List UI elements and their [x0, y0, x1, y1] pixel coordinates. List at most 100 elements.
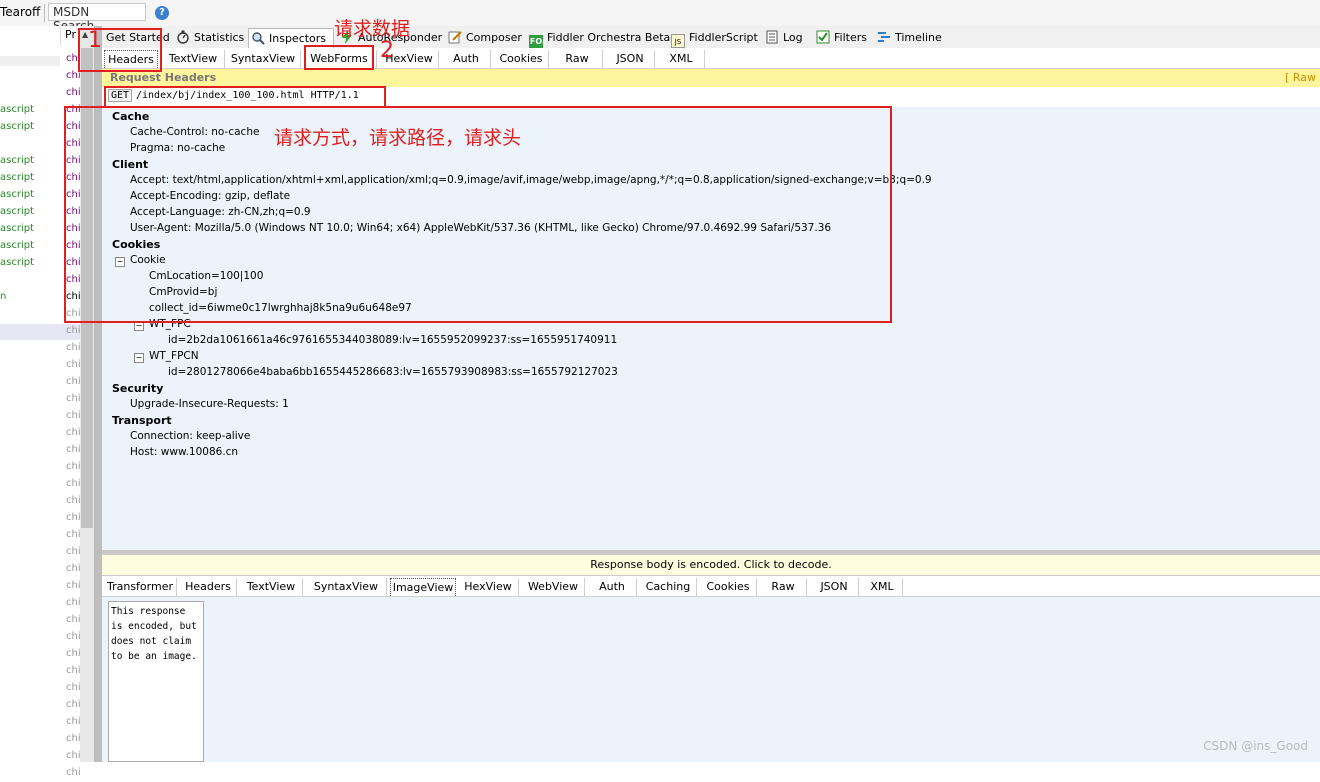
session-row[interactable]: chi: [0, 663, 81, 680]
header-host[interactable]: Host: www.10086.cn: [130, 446, 238, 458]
tab-timeline-label: Timeline: [895, 31, 942, 44]
tab-inspectors-label: Inspectors: [269, 32, 327, 45]
response-tab-transformer[interactable]: Transformer: [104, 578, 177, 596]
response-tab-cookies[interactable]: Cookies: [700, 578, 757, 596]
tab-composer-label: Composer: [466, 31, 522, 44]
help-icon[interactable]: ?: [155, 6, 169, 20]
session-row[interactable]: chi: [0, 357, 81, 374]
session-row[interactable]: chi: [0, 476, 81, 493]
response-tab-hexview[interactable]: HexView: [458, 578, 519, 596]
request-tab-textview[interactable]: TextView: [162, 50, 225, 68]
session-row[interactable]: chi: [0, 697, 81, 714]
session-row[interactable]: chi: [0, 765, 81, 782]
session-row[interactable]: chi: [0, 612, 81, 629]
response-tab-textview[interactable]: TextView: [240, 578, 303, 596]
session-row[interactable]: chi: [0, 595, 81, 612]
tab-statistics[interactable]: Statistics: [174, 28, 244, 48]
session-row[interactable]: chi: [0, 425, 81, 442]
response-tab-headers[interactable]: Headers: [180, 578, 237, 596]
tab-composer[interactable]: Composer: [446, 28, 522, 48]
section-transport[interactable]: Transport: [112, 414, 172, 427]
timeline-icon: [877, 30, 891, 44]
pencil-icon: [448, 30, 462, 44]
session-process: chi: [66, 580, 81, 591]
session-row[interactable]: chi: [0, 408, 81, 425]
session-row[interactable]: chi: [0, 578, 81, 595]
session-content-type: ascript: [0, 155, 34, 166]
session-row[interactable]: chi: [0, 680, 81, 697]
session-content-type: ascript: [0, 104, 34, 115]
cookie-wt-fpcn-value[interactable]: id=2801278066e4baba6bb1655445286683:lv=1…: [168, 366, 618, 378]
session-process: chi: [66, 716, 81, 727]
top-toolbar: Tearoff MSDN Search... ?: [0, 0, 1320, 33]
request-tab-xml[interactable]: XML: [658, 50, 705, 68]
header-upgrade-insecure[interactable]: Upgrade-Insecure-Requests: 1: [130, 398, 289, 410]
msdn-search-input[interactable]: MSDN Search...: [48, 3, 146, 33]
response-tab-json[interactable]: JSON: [810, 578, 859, 596]
annotation-method-path-headers: 请求方式，请求路径，请求头: [274, 127, 522, 149]
header-connection[interactable]: Connection: keep-alive: [130, 430, 250, 442]
session-row[interactable]: chi: [0, 340, 81, 357]
image-view-message: This response is encoded, but does not c…: [108, 601, 204, 762]
annotation-request-data: 请求数据: [334, 18, 411, 40]
tab-fiddlerscript-label: FiddlerScript: [689, 31, 758, 44]
tab-filters[interactable]: Filters: [814, 28, 867, 48]
session-process: chi: [66, 750, 81, 761]
stopwatch-icon: [176, 30, 190, 44]
session-process: chi: [66, 614, 81, 625]
annotation-mark-1: 1: [88, 28, 102, 53]
cookie-wt-fpc-value[interactable]: id=2b2da1061661a46c9761655344038089:lv=1…: [168, 334, 617, 346]
tab-fiddler-orchestra[interactable]: FO Fiddler Orchestra Beta: [527, 28, 670, 49]
tearoff-button[interactable]: Tearoff: [0, 5, 40, 19]
session-row[interactable]: chi: [0, 714, 81, 731]
response-tab-auth[interactable]: Auth: [588, 578, 637, 596]
cookie-wt-fpcn[interactable]: WT_FPCN: [149, 350, 199, 362]
session-row[interactable]: chi: [0, 748, 81, 765]
session-row[interactable]: chi: [0, 374, 81, 391]
request-tab-syntaxview[interactable]: SyntaxView: [226, 50, 301, 68]
session-row[interactable]: chi: [0, 85, 81, 102]
session-row[interactable]: chi: [0, 442, 81, 459]
session-process: chi: [66, 529, 81, 540]
session-process: chi: [66, 410, 81, 421]
session-row[interactable]: chi: [0, 391, 81, 408]
session-row[interactable]: chi: [0, 51, 81, 68]
session-row[interactable]: chi: [0, 629, 81, 646]
session-row[interactable]: chi: [0, 527, 81, 544]
response-tab-imageview[interactable]: ImageView: [390, 578, 456, 598]
response-tab-caching[interactable]: Caching: [640, 578, 697, 596]
request-tab-cookies[interactable]: Cookies: [494, 50, 549, 68]
script-icon: JS: [671, 34, 685, 48]
session-content-type: ascript: [0, 257, 34, 268]
response-tab-webview[interactable]: WebView: [522, 578, 585, 596]
tab-log[interactable]: Log: [763, 28, 803, 48]
protocol-column-header[interactable]: Pr: [60, 28, 80, 46]
session-row[interactable]: chi: [0, 646, 81, 663]
session-row[interactable]: chi: [0, 731, 81, 748]
session-row[interactable]: chi: [0, 510, 81, 527]
request-tab-json[interactable]: JSON: [606, 50, 655, 68]
response-tab-xml[interactable]: XML: [862, 578, 903, 596]
raw-link[interactable]: [ Raw: [1285, 71, 1316, 84]
response-tab-syntaxview[interactable]: SyntaxView: [306, 578, 387, 596]
session-process: chi: [66, 648, 81, 659]
request-tab-auth[interactable]: Auth: [442, 50, 491, 68]
session-process: chi: [66, 563, 81, 574]
section-security[interactable]: Security: [112, 382, 163, 395]
wtfpcn-collapse-icon[interactable]: −: [134, 353, 144, 363]
decode-bar[interactable]: Response body is encoded. Click to decod…: [102, 554, 1320, 576]
session-row[interactable]: chi: [0, 459, 81, 476]
annotation-mark-2: 2: [380, 38, 394, 63]
response-inspector-tabs: Transformer Headers TextView SyntaxView Imag…: [102, 576, 1320, 598]
session-row[interactable]: chi: [0, 323, 81, 340]
session-process: chi: [66, 461, 81, 472]
session-row[interactable]: chi: [0, 561, 81, 578]
request-tab-raw[interactable]: Raw: [552, 50, 603, 68]
response-tab-raw[interactable]: Raw: [760, 578, 807, 596]
tab-fiddlerscript[interactable]: JS FiddlerScript: [669, 28, 758, 48]
tab-timeline[interactable]: Timeline: [875, 28, 942, 48]
session-content-type: ascript: [0, 223, 34, 234]
session-row[interactable]: chi: [0, 493, 81, 510]
session-row[interactable]: chi: [0, 544, 81, 561]
session-row[interactable]: chi: [0, 68, 81, 85]
